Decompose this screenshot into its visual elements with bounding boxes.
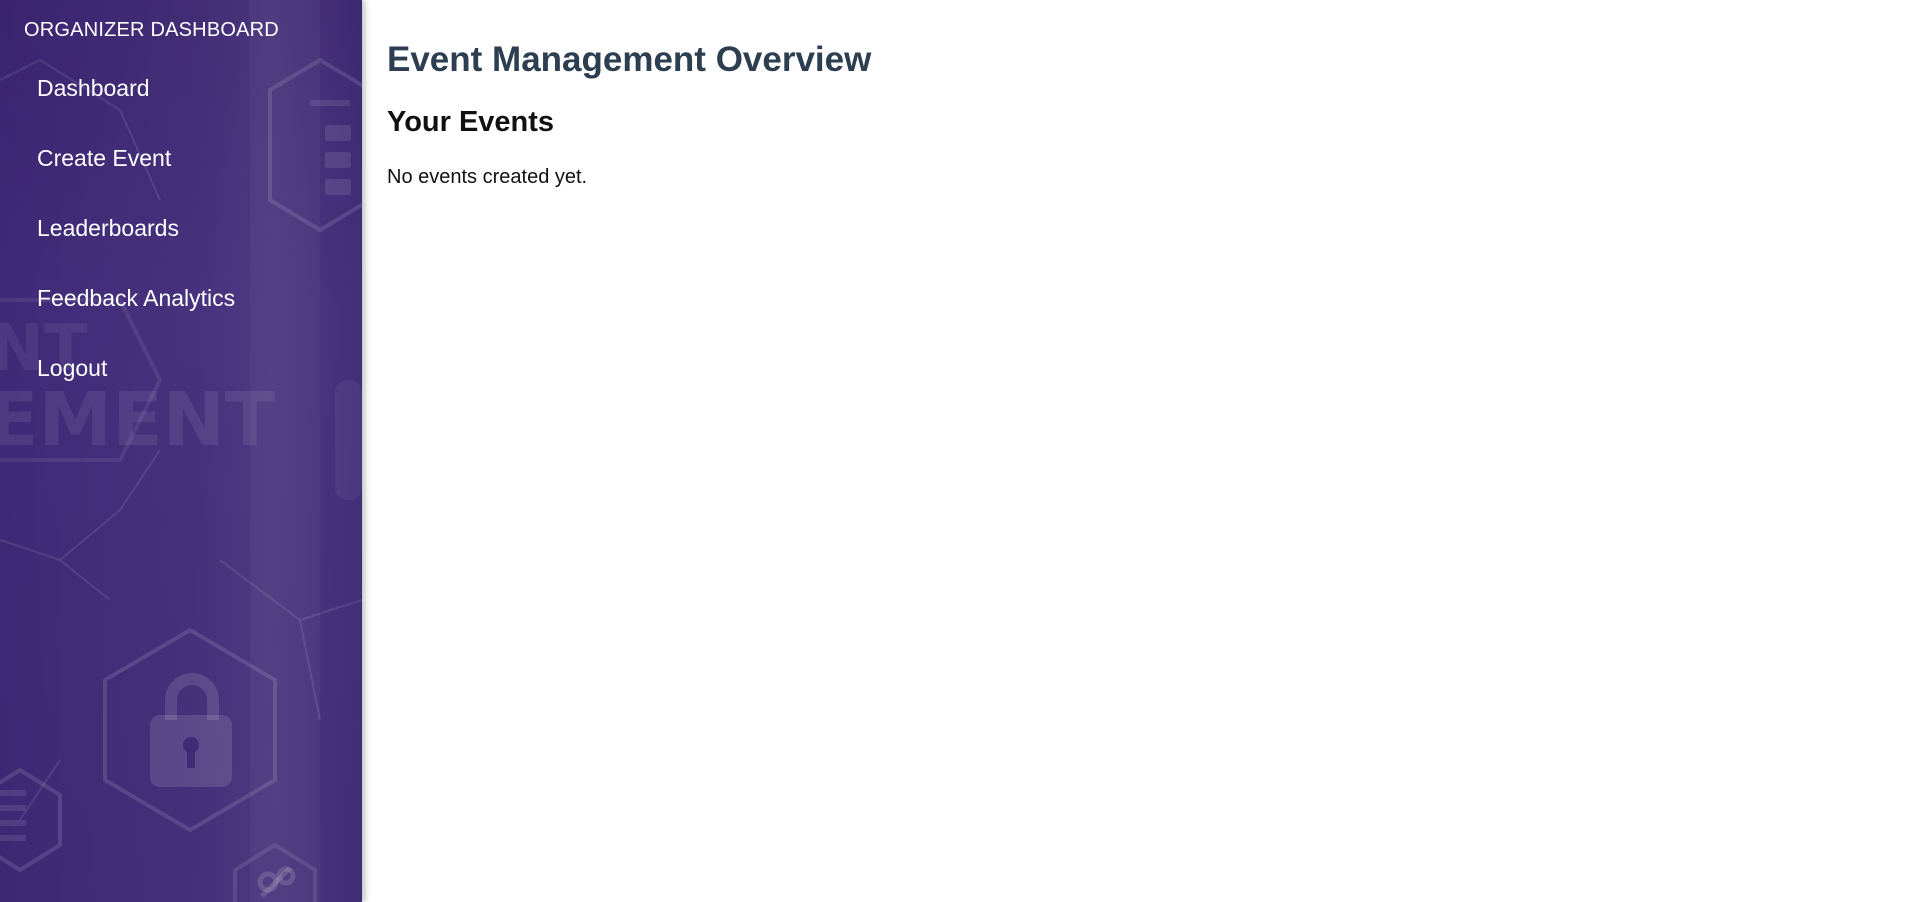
empty-events-message: No events created yet. <box>387 166 588 188</box>
app-root: NT EMENT ORGANIZER DASHBOARD Dashboard C… <box>0 0 1918 902</box>
sidebar-item-feedback-analytics[interactable]: Feedback Analytics <box>37 280 235 350</box>
sidebar: NT EMENT ORGANIZER DASHBOARD Dashboard C… <box>0 0 362 902</box>
sidebar-item-leaderboards[interactable]: Leaderboards <box>37 210 235 280</box>
sidebar-brand: ORGANIZER DASHBOARD <box>24 19 279 41</box>
main-content <box>362 0 1918 902</box>
sidebar-item-create-event[interactable]: Create Event <box>37 140 235 210</box>
sidebar-item-logout[interactable]: Logout <box>37 350 235 420</box>
page-title: Event Management Overview <box>387 40 872 79</box>
sidebar-item-dashboard[interactable]: Dashboard <box>37 70 235 140</box>
section-title-your-events: Your Events <box>387 106 555 138</box>
sidebar-nav: Dashboard Create Event Leaderboards Feed… <box>37 70 235 420</box>
